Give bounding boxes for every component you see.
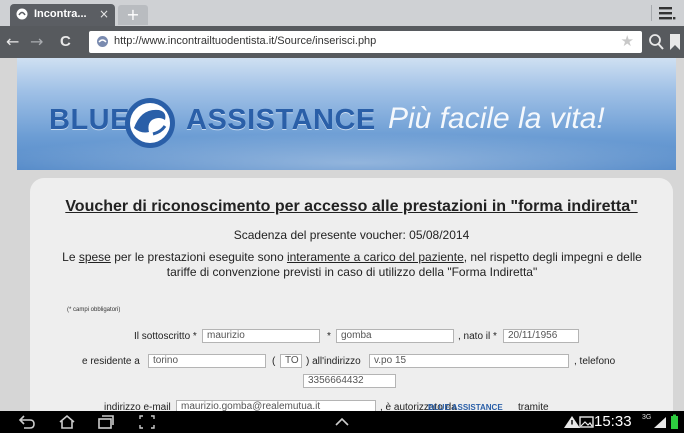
- city-field[interactable]: torino: [148, 354, 266, 368]
- tab-close-button[interactable]: ×: [99, 7, 109, 21]
- site-info-icon: [97, 36, 108, 47]
- email-label: indirizzo e-mail: [104, 402, 171, 411]
- bookmark-star-icon[interactable]: ★: [621, 32, 634, 50]
- email-field[interactable]: maurizio.gomba@realemutua.it: [176, 400, 376, 411]
- required-fields-note: (* campi obbligatori): [67, 307, 121, 313]
- bookmarks-icon[interactable]: [670, 34, 680, 50]
- first-name-field[interactable]: maurizio: [202, 329, 320, 343]
- tab-title: Incontra...: [34, 8, 87, 20]
- recent-apps-icon[interactable]: [97, 414, 115, 430]
- battery-icon: [671, 414, 678, 429]
- undersigned-label: Il sottoscritto *: [134, 331, 197, 342]
- payment-notice: Le spese per le prestazioni eseguite son…: [62, 250, 642, 279]
- screenshot-icon[interactable]: [138, 414, 156, 430]
- browser-toolbar: ← → C http://www.incontrailtuodentista.i…: [0, 26, 684, 58]
- birth-date-field[interactable]: 20/11/1956: [503, 329, 579, 343]
- through-label: tramite: [518, 402, 549, 411]
- address-label: ) all'indirizzo: [306, 356, 361, 367]
- favicon-icon: [16, 8, 28, 20]
- tab-strip: Incontra... × +: [0, 0, 684, 26]
- system-navigation-bar: 15:33 3G: [0, 411, 684, 433]
- new-tab-button[interactable]: +: [118, 5, 148, 25]
- chevron-up-icon[interactable]: [333, 414, 351, 430]
- brand-name-right: ASSISTANCE: [186, 104, 376, 136]
- phone-label: , telefono: [574, 356, 616, 367]
- back-nav-icon[interactable]: [18, 414, 36, 430]
- page-title: Voucher di riconoscimento per accesso al…: [65, 198, 638, 215]
- divider: [651, 5, 652, 21]
- url-bar[interactable]: http://www.incontrailtuodentista.it/Sour…: [89, 31, 642, 53]
- menu-icon[interactable]: [658, 5, 676, 21]
- birth-date-label: , nato il *: [458, 331, 497, 342]
- reload-button[interactable]: C: [60, 31, 71, 53]
- residence-label: e residente a: [82, 356, 140, 367]
- tagline: Più facile la vita!: [388, 102, 605, 135]
- province-open-paren: (: [272, 356, 276, 367]
- phone-field[interactable]: 3356664432: [303, 374, 396, 388]
- notice-spese: spese: [78, 250, 111, 264]
- browser-tab[interactable]: Incontra... ×: [10, 4, 115, 26]
- surname-field[interactable]: gomba: [336, 329, 454, 343]
- back-button[interactable]: ←: [6, 31, 19, 53]
- notice-carico: interamente a carico del paziente: [286, 250, 464, 264]
- brand-name-left: BLUE: [49, 104, 130, 136]
- status-clock: 15:33: [594, 413, 632, 430]
- web-page: BLUE ASSISTANCE Più facile la vita! Vouc…: [0, 58, 684, 411]
- voucher-deadline: Scadenza del presente voucher: 05/08/201…: [233, 228, 470, 242]
- surname-required-mark: *: [327, 331, 331, 342]
- site-banner: BLUE ASSISTANCE Più facile la vita!: [17, 58, 676, 170]
- voucher-form-card: Voucher di riconoscimento per accesso al…: [30, 178, 673, 411]
- network-type: 3G: [642, 414, 652, 421]
- province-field[interactable]: TO: [280, 354, 302, 368]
- forward-button[interactable]: →: [30, 31, 43, 53]
- partner-brand-logo: BLUE ASSISTANCE: [428, 403, 503, 411]
- home-nav-icon[interactable]: [58, 414, 76, 430]
- dolphin-logo-icon: [125, 98, 175, 148]
- address-field[interactable]: v.po 15: [369, 354, 569, 368]
- search-icon[interactable]: [648, 33, 664, 51]
- url-text[interactable]: http://www.incontrailtuodentista.it/Sour…: [114, 35, 376, 47]
